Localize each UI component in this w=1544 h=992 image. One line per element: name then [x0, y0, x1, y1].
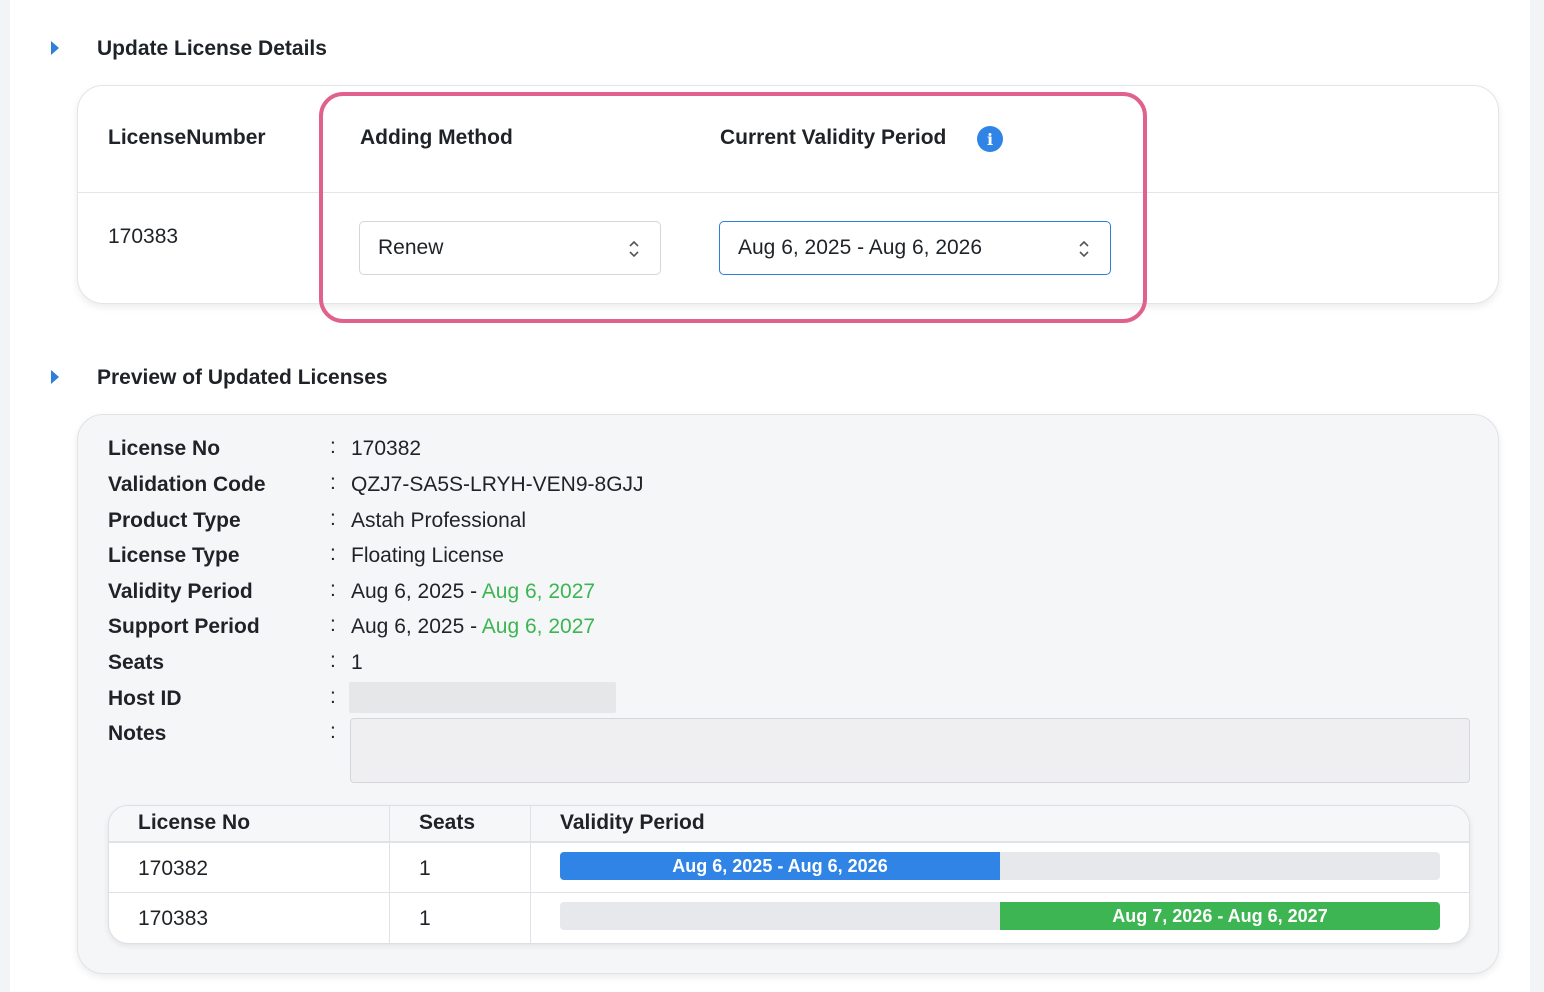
adding-method-select[interactable]: Renew [359, 221, 661, 275]
seats-value: 1 [351, 651, 363, 674]
validity-bar: Aug 6, 2025 - Aug 6, 2026 [560, 852, 1000, 880]
update-section-header[interactable]: Update License Details [50, 37, 450, 62]
support-start: Aug 6, 2025 [351, 615, 465, 638]
detail-label: Notes [108, 722, 167, 745]
row-divider [109, 892, 1469, 893]
column-header-seats: Seats [419, 811, 476, 834]
header-divider [78, 192, 1498, 193]
product-type-value: Astah Professional [351, 509, 527, 532]
notes-textarea[interactable] [350, 718, 1470, 783]
validity-start: Aug 6, 2025 [351, 580, 465, 603]
validity-period-value: Aug 6, 2025 - Aug 6, 2026 [738, 236, 983, 259]
validity-bar-track: Aug 7, 2026 - Aug 6, 2027 [560, 902, 1440, 930]
preview-card: License No : 170382 Validation Code : QZ… [77, 414, 1499, 974]
column-header-license-number: LicenseNumber [108, 126, 266, 149]
info-icon[interactable]: i [977, 126, 1003, 152]
chevron-up-down-icon [1079, 240, 1089, 258]
preview-section-header[interactable]: Preview of Updated Licenses [50, 366, 470, 391]
detail-label: License No [108, 437, 221, 460]
validity-bar-label: Aug 7, 2026 - Aug 6, 2027 [1112, 905, 1328, 926]
detail-colon: : [330, 649, 336, 672]
detail-colon: : [330, 435, 336, 458]
detail-label: Support Period [108, 615, 260, 638]
row-license-no: 170383 [138, 907, 209, 930]
detail-colon: : [330, 542, 336, 565]
detail-label: Seats [108, 651, 165, 674]
support-end: Aug 6, 2027 [481, 615, 596, 638]
validation-code-value: QZJ7-SA5S-LRYH-VEN9-8GJJ [351, 473, 644, 496]
section-title: Preview of Updated Licenses [97, 366, 388, 389]
detail-label: Product Type [108, 509, 241, 532]
table-header [109, 806, 1469, 843]
chevron-up-down-icon [629, 240, 639, 258]
detail-colon: : [330, 613, 336, 636]
detail-colon: : [330, 720, 336, 743]
validity-end: Aug 6, 2027 [481, 580, 596, 603]
detail-colon: : [330, 578, 336, 601]
validity-bar: Aug 7, 2026 - Aug 6, 2027 [1000, 902, 1440, 930]
row-seats: 1 [419, 907, 431, 930]
validity-separator: - [470, 580, 478, 603]
host-id-value [349, 682, 616, 713]
licenses-table: License No Seats Validity Period 170382 … [108, 805, 1470, 944]
column-divider [389, 806, 390, 943]
support-period-detail: Aug 6, 2025 - Aug 6, 2027 [351, 615, 595, 639]
caret-right-icon[interactable] [51, 370, 59, 384]
page: Update License Details LicenseNumber Add… [10, 0, 1530, 992]
detail-label: Validation Code [108, 473, 266, 496]
caret-right-icon[interactable] [51, 41, 59, 55]
detail-colon: : [330, 471, 336, 494]
license-no-value: 170382 [351, 437, 422, 460]
detail-colon: : [330, 507, 336, 530]
row-seats: 1 [419, 857, 431, 880]
license-type-value: Floating License [351, 544, 504, 567]
update-license-card: LicenseNumber Adding Method Current Vali… [77, 85, 1499, 304]
validity-period-select[interactable]: Aug 6, 2025 - Aug 6, 2026 [719, 221, 1111, 275]
column-header-adding-method: Adding Method [360, 126, 513, 149]
detail-colon: : [330, 685, 336, 708]
adding-method-value: Renew [378, 236, 444, 259]
detail-label: Validity Period [108, 580, 253, 603]
detail-label: Host ID [108, 687, 182, 710]
column-header-validity-period: Validity Period [560, 811, 705, 834]
row-license-no: 170382 [138, 857, 209, 880]
column-header-current-validity-period: Current Validity Period [720, 126, 947, 149]
validity-period-detail: Aug 6, 2025 - Aug 6, 2027 [351, 580, 595, 604]
support-separator: - [470, 615, 478, 638]
validity-bar-track: Aug 6, 2025 - Aug 6, 2026 [560, 852, 1440, 880]
detail-label: License Type [108, 544, 240, 567]
license-number-value: 170383 [108, 225, 179, 248]
column-header-license-no: License No [138, 811, 251, 834]
column-divider [530, 806, 531, 943]
validity-bar-label: Aug 6, 2025 - Aug 6, 2026 [672, 855, 888, 876]
section-title: Update License Details [97, 37, 327, 60]
